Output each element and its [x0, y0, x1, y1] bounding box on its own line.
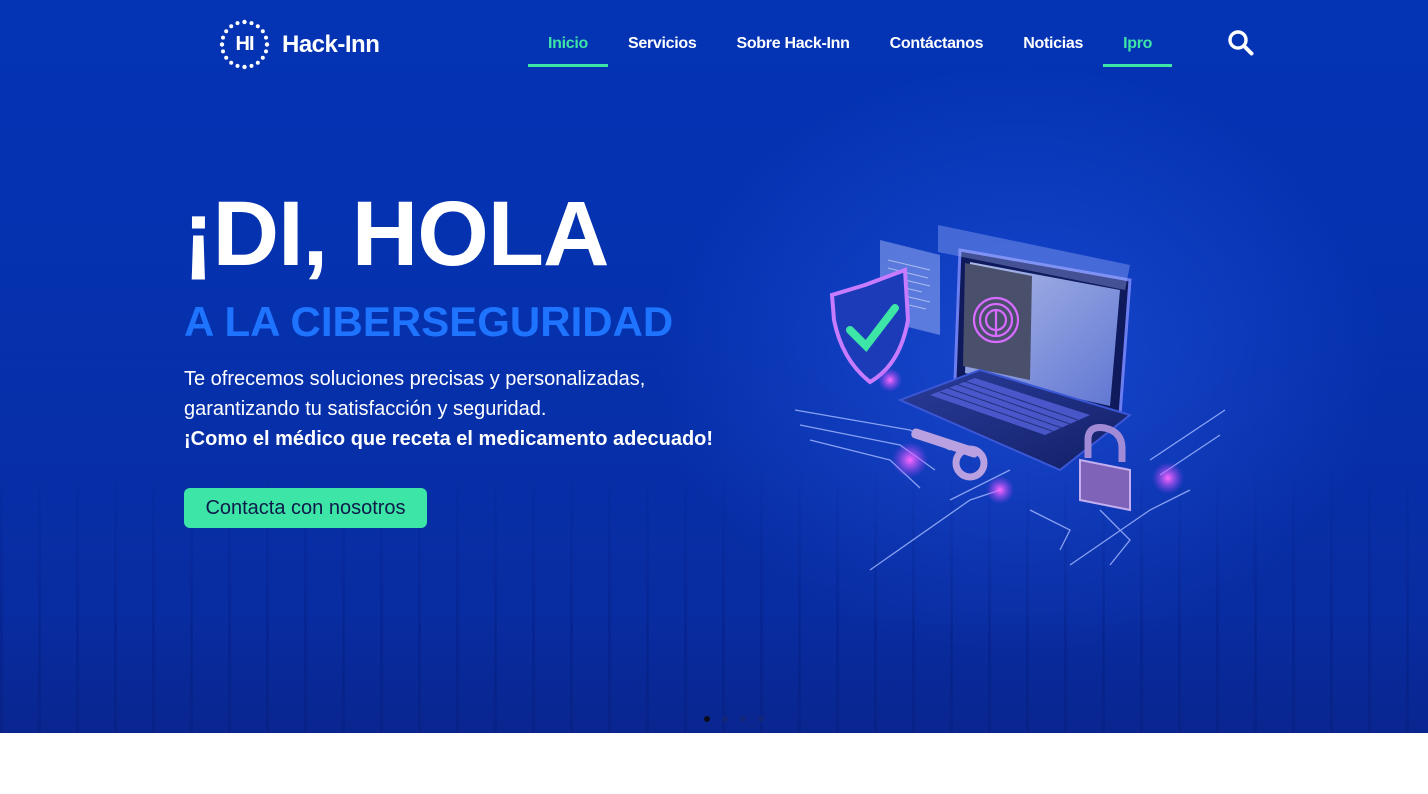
logo-name: Hack-Inn [282, 30, 380, 58]
nav-item-ipro[interactable]: Ipro [1103, 0, 1173, 67]
hero-description-tagline: ¡Como el médico que receta el medicament… [184, 428, 714, 450]
hero-description-line: garantizando tu satisfacción y seguridad… [184, 398, 547, 420]
contact-us-button[interactable]: Contacta con nosotros [184, 488, 427, 528]
slider-dot[interactable] [740, 716, 746, 722]
logo-mark-text: HI [235, 33, 255, 55]
site-logo[interactable]: HI Hack-Inn [219, 19, 380, 70]
cybersecurity-laptop-illustration [794, 225, 1226, 571]
hero-subtitle: A LA CIBERSEGURIDAD [184, 298, 674, 345]
nav-item-noticias[interactable]: Noticias [1003, 0, 1103, 67]
search-button[interactable] [1227, 29, 1255, 57]
hero-description: Te ofrecemos soluciones precisas y perso… [184, 364, 744, 454]
nav-item-contactanos[interactable]: Contáctanos [870, 0, 1004, 67]
hero-description-line: Te ofrecemos soluciones precisas y perso… [184, 368, 646, 390]
search-icon [1228, 30, 1254, 56]
main-nav: Inicio Servicios Sobre Hack-Inn Contácta… [528, 0, 1173, 70]
hero-section: HI Hack-Inn Inicio Servicios Sobre Hack-… [0, 0, 1428, 733]
logo-mark-icon: HI [219, 19, 270, 70]
nav-item-inicio[interactable]: Inicio [528, 0, 608, 67]
slider-dot[interactable] [704, 716, 710, 722]
slider-dot[interactable] [722, 716, 728, 722]
slider-dot[interactable] [758, 716, 764, 722]
nav-item-sobre-hack-inn[interactable]: Sobre Hack-Inn [716, 0, 869, 67]
slider-pagination [704, 716, 764, 722]
hero-background-fade [0, 613, 1428, 733]
hero-title: ¡DI, HOLA [183, 183, 609, 285]
nav-item-servicios[interactable]: Servicios [608, 0, 716, 67]
